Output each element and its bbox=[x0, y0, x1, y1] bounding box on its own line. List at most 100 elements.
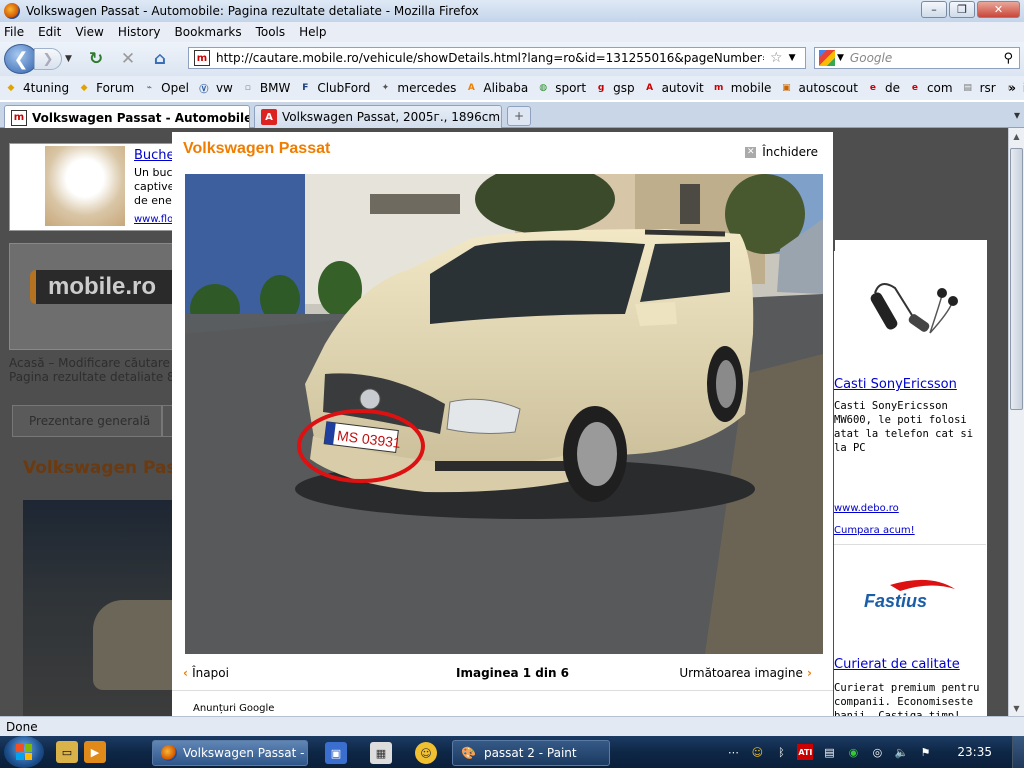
taskbar-paint-label: passat 2 - Paint bbox=[483, 746, 577, 760]
bookmark-mercedes[interactable]: ✦ mercedes bbox=[378, 81, 457, 95]
bluetooth-icon[interactable]: ᛒ bbox=[773, 744, 789, 760]
menu-help[interactable]: Help bbox=[299, 25, 326, 39]
bookmark-clubford[interactable]: F ClubFord bbox=[298, 81, 370, 95]
taskbar-paint[interactable]: 🎨 passat 2 - Paint bbox=[452, 740, 610, 766]
scroll-up-icon[interactable]: ▲ bbox=[1009, 128, 1024, 144]
network-icon[interactable]: ▤ bbox=[821, 744, 837, 760]
bookmark-star-icon[interactable]: ☆ bbox=[770, 50, 783, 66]
bookmark-label: com bbox=[926, 81, 953, 95]
history-dropdown-icon[interactable]: ▼ bbox=[65, 54, 75, 64]
calculator-icon[interactable]: ▦ bbox=[370, 742, 392, 764]
lightbox-close-button[interactable]: ✕ Închidere bbox=[745, 145, 818, 159]
bookmark-gsp[interactable]: g gsp bbox=[594, 81, 635, 95]
search-icon[interactable]: ⚲ bbox=[1003, 51, 1013, 66]
tab-volkswagen-passat-mobile[interactable]: m Volkswagen Passat - Automobile: ... ✕ bbox=[4, 105, 250, 129]
forward-button[interactable]: ❯ bbox=[34, 48, 62, 70]
tab-volkswagen-passat-autovit[interactable]: A Volkswagen Passat, 2005г., 1896cm3... … bbox=[254, 105, 502, 128]
bookmark-alibaba[interactable]: A Alibaba bbox=[464, 81, 528, 95]
show-desktop-button[interactable] bbox=[1012, 736, 1024, 768]
ati-icon[interactable]: ATI bbox=[797, 744, 814, 760]
new-tab-button[interactable]: + bbox=[507, 106, 531, 126]
bookmark-autoscout[interactable]: ▣ autoscout bbox=[779, 81, 858, 95]
tray-dots-icon[interactable]: ⋯ bbox=[725, 744, 741, 760]
clock[interactable]: 23:35 bbox=[957, 745, 992, 759]
next-image-link[interactable]: Următoarea imagine › bbox=[679, 666, 812, 680]
url-text[interactable]: http://cautare.mobile.ro/vehicule/showDe… bbox=[216, 51, 764, 65]
divider bbox=[834, 544, 986, 545]
bookmark-vw[interactable]: Ⓥvw bbox=[197, 81, 232, 95]
taskbar-firefox[interactable]: Volkswagen Passat - ... bbox=[152, 740, 308, 766]
scroll-down-icon[interactable]: ▼ bbox=[1009, 700, 1024, 716]
fastius-logo[interactable]: Fastius bbox=[860, 577, 960, 617]
reload-button[interactable]: ↻ bbox=[85, 48, 107, 70]
ford-icon: F bbox=[302, 83, 309, 93]
back-button[interactable]: ❮ bbox=[4, 44, 38, 74]
menu-file[interactable]: File bbox=[4, 25, 24, 39]
ad-url-debo[interactable]: www.debo.ro bbox=[834, 503, 899, 514]
search-input[interactable]: Google bbox=[850, 51, 892, 65]
bookmark-de[interactable]: e de bbox=[866, 81, 900, 95]
green-tray-icon[interactable]: ◉ bbox=[845, 744, 861, 760]
bookmark-com[interactable]: e com bbox=[908, 81, 953, 95]
page-icon: ▫ bbox=[244, 83, 251, 93]
firefox-icon bbox=[161, 745, 177, 761]
breadcrumb-subline: Pagina rezultate detaliate 8 d bbox=[9, 370, 187, 384]
media-player-icon[interactable]: ▶ bbox=[84, 741, 106, 763]
google-icon[interactable] bbox=[819, 50, 835, 66]
disc-icon[interactable]: ◎ bbox=[869, 744, 885, 760]
bookmark-bmw[interactable]: ▫ BMW bbox=[241, 81, 291, 95]
start-button[interactable] bbox=[4, 736, 44, 768]
bookmark-autovit[interactable]: Aautovit bbox=[643, 81, 704, 95]
mobile-icon: m bbox=[714, 83, 724, 93]
home-button[interactable]: ⌂ bbox=[149, 48, 171, 70]
tab-label: Volkswagen Passat, 2005г., 1896cm3... bbox=[282, 110, 502, 124]
messenger-icon[interactable]: ☺ bbox=[415, 742, 437, 764]
menu-bookmarks[interactable]: Bookmarks bbox=[175, 25, 242, 39]
bookmark-label: Forum bbox=[96, 81, 135, 95]
lightbox-title: Volkswagen Passat bbox=[183, 140, 331, 157]
tab-strip: m Volkswagen Passat - Automobile: ... ✕ … bbox=[0, 102, 1024, 129]
bookmark-4tuning[interactable]: ◆ 4tuning bbox=[4, 81, 70, 95]
search-engine-dropdown-icon[interactable]: ▼ bbox=[837, 53, 844, 63]
scrollbar-thumb[interactable] bbox=[1010, 148, 1023, 410]
bookmark-label: mobile bbox=[730, 81, 772, 95]
menu-view[interactable]: View bbox=[75, 25, 103, 39]
breadcrumb-line: Acasă – Modificare căutare » bbox=[9, 356, 182, 370]
address-bar[interactable]: m http://cautare.mobile.ro/vehicule/show… bbox=[188, 47, 806, 69]
volume-icon[interactable]: 🔈 bbox=[893, 744, 909, 760]
menu-edit[interactable]: Edit bbox=[38, 25, 61, 39]
bookmark-opel[interactable]: ⌁ Opel bbox=[142, 81, 189, 95]
ad-title-fastius[interactable]: Curierat de calitate bbox=[834, 657, 960, 672]
divider bbox=[172, 690, 833, 691]
maximize-button[interactable]: ❐ bbox=[949, 1, 975, 18]
stop-button[interactable]: ✕ bbox=[117, 48, 139, 70]
flag-icon[interactable]: ⚑ bbox=[917, 744, 933, 760]
close-window-button[interactable]: ✕ bbox=[977, 1, 1020, 18]
search-box[interactable]: ▼ Google ⚲ bbox=[814, 47, 1020, 69]
bookmark-label: gsp bbox=[613, 81, 635, 95]
bookmarks-overflow-icon[interactable]: » bbox=[1008, 81, 1016, 95]
ad-buy-now-link[interactable]: Cumpara acum! bbox=[834, 525, 915, 536]
headset-image[interactable] bbox=[860, 273, 960, 357]
previous-image-link[interactable]: ‹ Înapoi bbox=[183, 666, 229, 680]
explorer-icon[interactable]: ▭ bbox=[56, 741, 78, 763]
save-icon[interactable]: ▣ bbox=[325, 742, 347, 764]
ad-title-sonyericsson[interactable]: Casti SonyEricsson bbox=[834, 377, 957, 392]
background-flower-ad[interactable]: Buche Un buc captive de ene www.flor bbox=[9, 143, 177, 231]
bookmark-label: de bbox=[884, 81, 900, 95]
background-ad-title[interactable]: Buche bbox=[134, 148, 175, 163]
menu-history[interactable]: History bbox=[118, 25, 161, 39]
bookmark-rsr[interactable]: ▤ rsr bbox=[961, 81, 995, 95]
bookmark-mobile[interactable]: m mobile bbox=[712, 81, 772, 95]
window-titlebar: Volkswagen Passat - Automobile: Pagina r… bbox=[0, 0, 1024, 22]
background-ad-url[interactable]: www.flor bbox=[134, 214, 177, 225]
tab-list-icon[interactable]: ▾ bbox=[1014, 108, 1020, 122]
bookmark-forum[interactable]: ◆ Forum bbox=[77, 81, 135, 95]
bookmark-sport[interactable]: ◍ sport bbox=[536, 81, 586, 95]
url-dropdown-icon[interactable]: ▼ bbox=[789, 53, 796, 63]
minimize-button[interactable]: – bbox=[921, 1, 947, 18]
vertical-scrollbar[interactable]: ▲ ▼ bbox=[1008, 128, 1024, 716]
menu-tools[interactable]: Tools bbox=[256, 25, 286, 39]
tray-messenger-icon[interactable]: ☺ bbox=[749, 744, 765, 760]
ad-text-sonyericsson: Casti SonyEricsson MW600, le poti folosi… bbox=[834, 400, 974, 454]
